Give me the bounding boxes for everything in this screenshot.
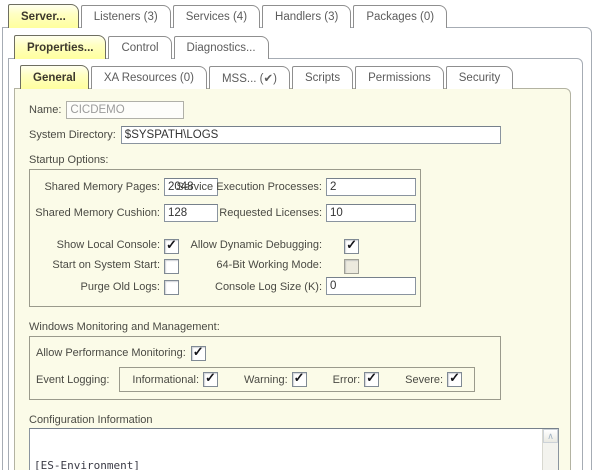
tab-server[interactable]: Server... [8,4,79,28]
tertiary-tab-bar: General XA Resources (0) MSS... (✔) Scri… [20,65,515,89]
name-input[interactable] [66,101,184,119]
informational-checkbox[interactable] [203,372,218,387]
name-label: Name: [29,104,61,116]
configuration-information-title: Configuration Information [29,414,570,426]
tab-packages[interactable]: Packages (0) [353,5,447,28]
system-directory-row: System Directory: [29,126,570,144]
startup-row-4: Start on System Start: 64-Bit Working Mo… [30,257,422,277]
config-scrollbar[interactable]: ∧ ∨ [542,429,558,470]
event-logging-row: Event Logging: Informational: Warning: E… [36,367,494,392]
warning-checkbox[interactable] [292,372,307,387]
64bit-working-mode-label: 64-Bit Working Mode: [216,259,322,271]
startup-options-title: Startup Options: [29,154,570,166]
purge-old-logs-checkbox[interactable] [164,280,179,295]
error-label: Error: [333,374,361,386]
severe-checkbox[interactable] [447,372,462,387]
shared-memory-cushion-input[interactable] [164,204,218,222]
system-directory-label: System Directory: [29,129,116,141]
monitoring-groupbox: Allow Performance Monitoring: Event Logg… [29,336,501,400]
requested-licenses-label: Requested Licenses: [219,207,322,219]
server-properties-screen: Name: System Directory: Startup Options:… [0,0,600,470]
severe-label: Severe: [405,374,443,386]
console-log-size-input[interactable] [326,277,416,295]
event-informational: Informational: [132,372,218,387]
allow-dynamic-debugging-checkbox[interactable] [344,239,359,254]
show-local-console-label: Show Local Console: [57,239,160,251]
event-severe: Severe: [405,372,462,387]
tab-handlers[interactable]: Handlers (3) [262,5,351,28]
startup-row-3: Show Local Console: Allow Dynamic Debugg… [30,237,422,257]
allow-performance-monitoring-label: Allow Performance Monitoring: [36,347,186,359]
performance-monitoring-row: Allow Performance Monitoring: [36,343,494,363]
event-error: Error: [333,372,380,387]
startup-options-groupbox: Shared Memory Pages: Service Execution P… [29,169,421,307]
service-execution-processes-label: Service Execution Processes: [176,181,322,193]
tab-permissions[interactable]: Permissions [355,66,444,89]
start-on-system-start-label: Start on System Start: [52,259,160,271]
name-row: Name: [29,101,570,119]
tab-diagnostics[interactable]: Diagnostics... [174,36,269,59]
64bit-working-mode-checkbox [344,259,359,274]
configuration-text[interactable]: [ES-Environment] SYSPATH=D:DEMO2ES_CICS … [30,429,542,470]
shared-memory-pages-label: Shared Memory Pages: [44,181,160,193]
secondary-tab-bar: Properties... Control Diagnostics... [14,35,271,59]
tab-mss[interactable]: MSS... (✔) [209,66,290,89]
tab-xa-resources[interactable]: XA Resources (0) [91,66,207,89]
start-on-system-start-checkbox[interactable] [164,259,179,274]
tab-scripts[interactable]: Scripts [292,66,353,89]
allow-performance-monitoring-checkbox[interactable] [191,346,206,361]
general-form-panel: Name: System Directory: Startup Options:… [14,88,571,470]
tab-services[interactable]: Services (4) [173,5,260,28]
shared-memory-cushion-label: Shared Memory Cushion: [35,207,160,219]
informational-label: Informational: [132,374,199,386]
general-form-content: Name: System Directory: Startup Options:… [15,89,570,470]
primary-tab-bar: Server... Listeners (3) Services (4) Han… [8,4,449,28]
requested-licenses-input[interactable] [326,204,416,222]
purge-old-logs-label: Purge Old Logs: [81,281,161,293]
service-execution-processes-input[interactable] [326,178,416,196]
tab-control[interactable]: Control [108,36,171,59]
startup-row-2: Shared Memory Cushion: Requested License… [30,202,422,228]
startup-spacer [30,228,420,237]
config-line: [ES-Environment] [34,459,538,470]
warning-label: Warning: [244,374,288,386]
event-warning: Warning: [244,372,307,387]
tab-general[interactable]: General [20,65,89,89]
event-logging-label: Event Logging: [36,374,109,386]
show-local-console-checkbox[interactable] [164,239,179,254]
monitoring-title: Windows Monitoring and Management: [29,321,570,333]
tab-properties[interactable]: Properties... [14,35,106,59]
tab-security[interactable]: Security [446,66,514,89]
configuration-information-editor[interactable]: [ES-Environment] SYSPATH=D:DEMO2ES_CICS … [29,428,559,470]
scroll-up-icon[interactable]: ∧ [543,429,558,443]
event-logging-groupbox: Informational: Warning: Error: Seve [119,367,475,392]
console-log-size-label: Console Log Size (K): [215,281,322,293]
system-directory-input[interactable] [121,126,501,144]
tab-listeners[interactable]: Listeners (3) [81,5,171,28]
startup-row-1: Shared Memory Pages: Service Execution P… [30,176,422,202]
allow-dynamic-debugging-label: Allow Dynamic Debugging: [191,239,322,251]
error-checkbox[interactable] [364,372,379,387]
startup-row-5: Purge Old Logs: Console Log Size (K): [30,277,422,299]
